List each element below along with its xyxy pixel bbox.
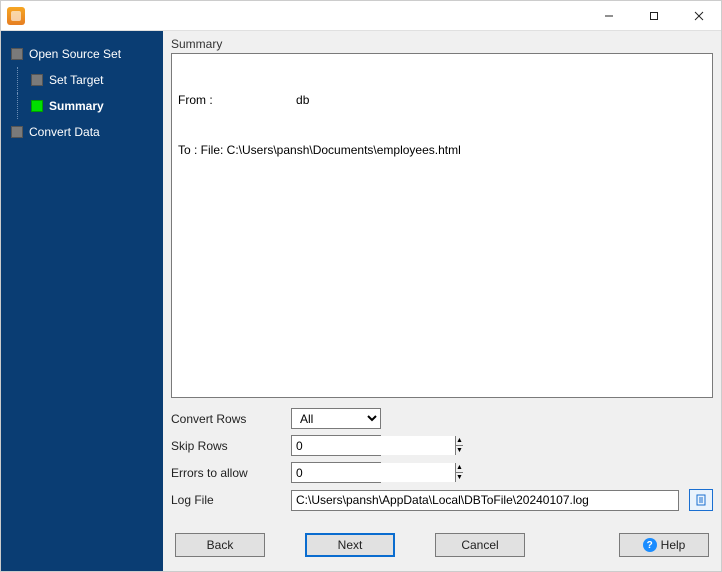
wizard-steps-sidebar: Open Source Set Set Target Summary Conve… bbox=[1, 31, 163, 571]
log-file-input[interactable] bbox=[291, 490, 679, 511]
skip-rows-down[interactable]: ▼ bbox=[456, 446, 463, 455]
errors-input[interactable] bbox=[292, 463, 455, 482]
summary-textarea[interactable]: From : db To : File: C:\Users\pansh\Docu… bbox=[171, 53, 713, 398]
skip-rows-label: Skip Rows bbox=[171, 439, 281, 453]
step-label: Summary bbox=[49, 99, 104, 113]
convert-rows-label: Convert Rows bbox=[171, 412, 281, 426]
main-panel: Summary From : db To : File: C:\Users\pa… bbox=[163, 31, 721, 571]
panel-title: Summary bbox=[163, 31, 721, 53]
errors-up[interactable]: ▲ bbox=[456, 463, 463, 473]
close-button[interactable] bbox=[676, 1, 721, 31]
step-summary[interactable]: Summary bbox=[1, 93, 163, 119]
next-button[interactable]: Next bbox=[305, 533, 395, 557]
cancel-button[interactable]: Cancel bbox=[435, 533, 525, 557]
convert-rows-select[interactable]: All bbox=[291, 408, 381, 429]
step-marker-icon bbox=[31, 100, 43, 112]
help-button-label: Help bbox=[661, 538, 686, 552]
help-icon: ? bbox=[643, 538, 657, 552]
step-label: Set Target bbox=[49, 73, 103, 87]
maximize-button[interactable] bbox=[631, 1, 676, 31]
step-marker-icon bbox=[11, 126, 23, 138]
wizard-button-bar: Back Next Cancel ? Help bbox=[163, 525, 721, 571]
titlebar bbox=[1, 1, 721, 31]
back-button[interactable]: Back bbox=[175, 533, 265, 557]
step-set-target[interactable]: Set Target bbox=[1, 67, 163, 93]
skip-rows-up[interactable]: ▲ bbox=[456, 436, 463, 446]
summary-from-line: From : db bbox=[178, 92, 706, 109]
errors-spinner[interactable]: ▲ ▼ bbox=[291, 462, 381, 483]
step-marker-icon bbox=[11, 48, 23, 60]
summary-to-line: To : File: C:\Users\pansh\Documents\empl… bbox=[178, 142, 706, 159]
log-file-label: Log File bbox=[171, 493, 281, 507]
minimize-button[interactable] bbox=[586, 1, 631, 31]
skip-rows-spinner[interactable]: ▲ ▼ bbox=[291, 435, 381, 456]
step-label: Convert Data bbox=[29, 125, 100, 139]
errors-down[interactable]: ▼ bbox=[456, 473, 463, 482]
errors-label: Errors to allow bbox=[171, 466, 281, 480]
step-convert-data[interactable]: Convert Data bbox=[1, 119, 163, 145]
app-icon bbox=[7, 7, 25, 25]
log-file-browse-button[interactable] bbox=[689, 489, 713, 511]
skip-rows-input[interactable] bbox=[292, 436, 455, 455]
step-open-source-set[interactable]: Open Source Set bbox=[1, 41, 163, 67]
help-button[interactable]: ? Help bbox=[619, 533, 709, 557]
document-icon bbox=[695, 494, 707, 506]
step-label: Open Source Set bbox=[29, 47, 121, 61]
step-marker-icon bbox=[31, 74, 43, 86]
